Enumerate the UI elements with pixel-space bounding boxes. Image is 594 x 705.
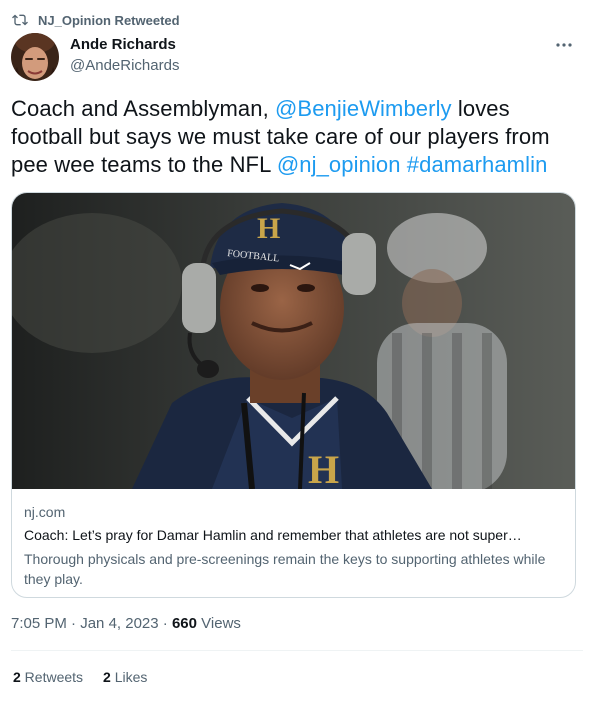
author-name[interactable]: Ande Richards xyxy=(70,36,176,53)
retweets-stat[interactable]: 2 Retweets xyxy=(13,669,83,685)
meta-separator: · xyxy=(66,615,81,632)
tweet-time[interactable]: 7:05 PM xyxy=(11,615,67,632)
views-count: 660 xyxy=(171,615,197,632)
likes-stat[interactable]: 2 Likes xyxy=(103,669,147,685)
hashtag-damarhamlin[interactable]: #damarhamlin xyxy=(407,152,548,177)
avatar[interactable] xyxy=(11,33,59,81)
card-description: Thorough physicals and pre-screenings re… xyxy=(24,551,546,587)
likes-count: 2 xyxy=(103,669,111,685)
tweet-date[interactable]: Jan 4, 2023 xyxy=(80,615,158,632)
link-card[interactable]: H FOOTBALL H nj.com Coach: Let’s pray fo… xyxy=(11,192,576,598)
retweets-count: 2 xyxy=(13,669,21,685)
mention-nj-opinion[interactable]: @nj_opinion xyxy=(277,152,401,177)
retweet-text: NJ_Opinion Retweeted xyxy=(38,12,180,28)
tweet-meta: 7:05 PM · Jan 4, 2023 · 660 Views xyxy=(11,615,241,632)
tweet-text: Coach and Assemblyman, @BenjieWimberly l… xyxy=(11,95,577,179)
card-domain: nj.com xyxy=(24,504,66,520)
more-icon xyxy=(556,43,572,47)
views-label: Views xyxy=(197,615,241,632)
retweet-indicator[interactable]: NJ_Opinion Retweeted xyxy=(12,11,180,29)
tweet-text-part: Coach and Assemblyman, xyxy=(11,96,275,121)
retweets-label: Retweets xyxy=(20,669,84,685)
cap-letter: H xyxy=(257,212,280,245)
mention-benjiewimberly[interactable]: @BenjieWimberly xyxy=(275,96,452,121)
likes-label: Likes xyxy=(110,669,148,685)
author-handle[interactable]: @AndeRichards xyxy=(70,57,179,74)
meta-separator: · xyxy=(158,615,172,632)
retweet-icon xyxy=(12,14,28,26)
more-options-button[interactable] xyxy=(552,36,576,54)
divider xyxy=(11,650,583,651)
card-title: Coach: Let’s pray for Damar Hamlin and r… xyxy=(24,527,522,543)
engagement-stats: 2 Retweets 2 Likes xyxy=(13,669,167,685)
shirt-letter: H xyxy=(308,447,339,489)
card-image: H FOOTBALL H xyxy=(12,193,575,489)
